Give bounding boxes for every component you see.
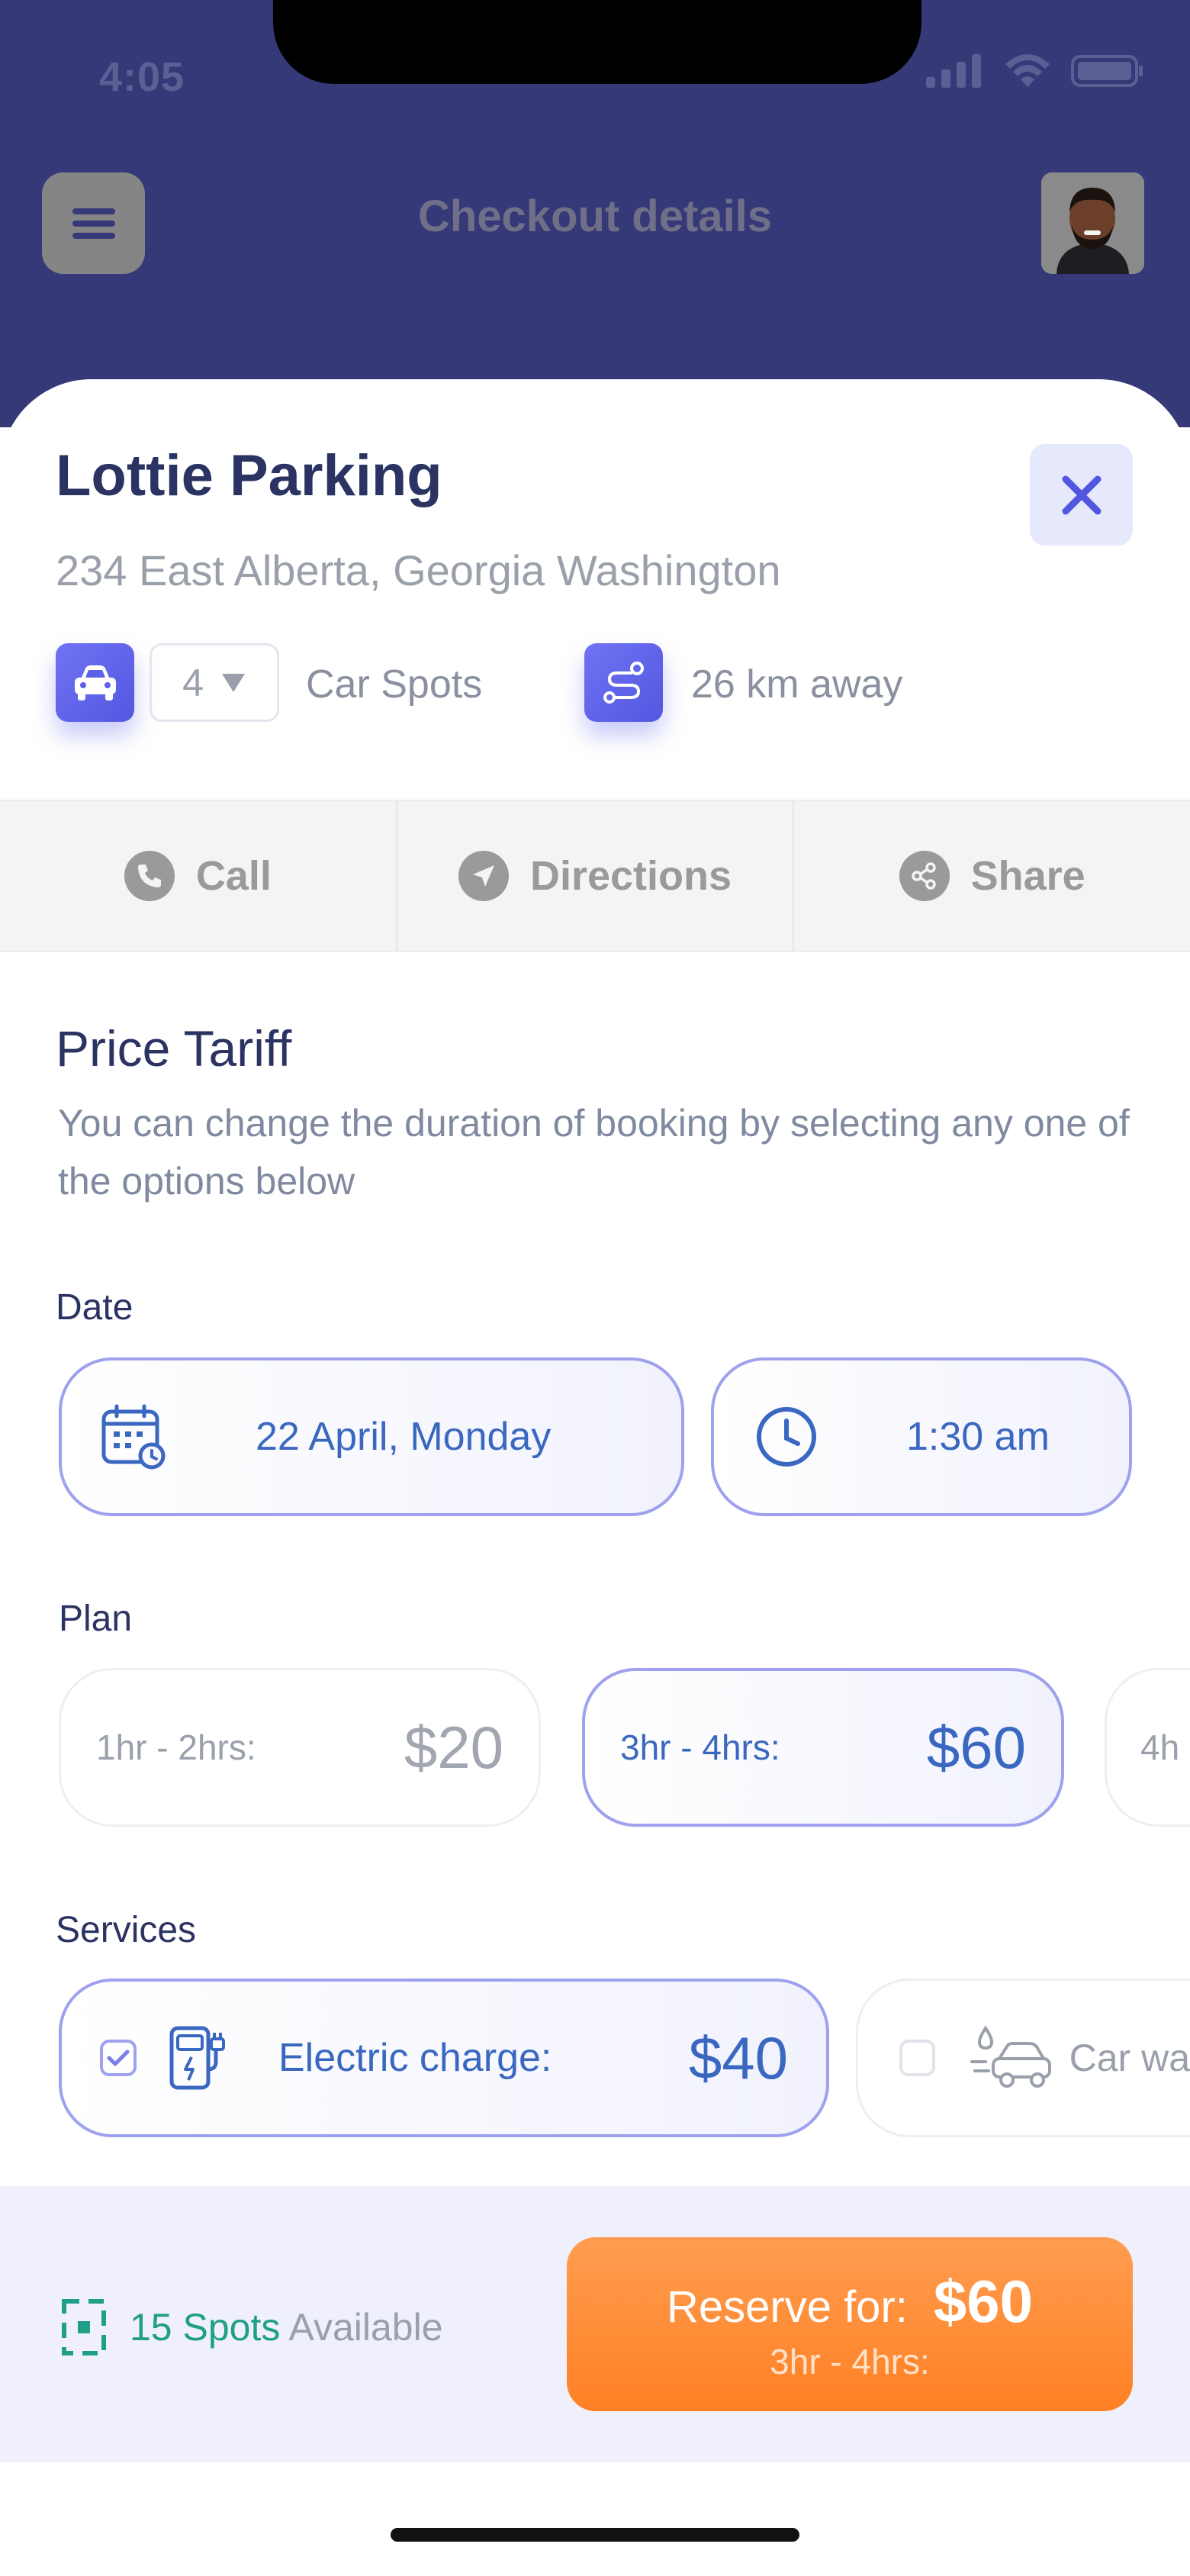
service-name: Car wa	[1069, 2037, 1190, 2079]
share-button[interactable]: Share	[794, 801, 1190, 951]
spots-count-value: 4	[182, 661, 204, 704]
plan-option-1[interactable]: 1hr - 2hrs: $20	[59, 1668, 541, 1827]
user-avatar-icon	[1041, 172, 1144, 274]
services-label: Services	[56, 1910, 197, 1950]
share-icon	[899, 851, 950, 901]
car-wash-icon	[970, 2025, 1051, 2088]
phone-icon	[124, 851, 175, 901]
reserve-button[interactable]: Reserve for: $60 3hr - 4hrs:	[567, 2237, 1133, 2411]
car-icon	[74, 665, 116, 700]
spots-label: Car Spots	[306, 662, 483, 707]
plan-duration: 4h	[1140, 1728, 1180, 1767]
wifi-icon	[1005, 54, 1050, 87]
checkbox-checked[interactable]	[100, 2040, 137, 2076]
spots-count-select[interactable]: 4	[150, 643, 279, 722]
spots-suffix: Available	[288, 2306, 443, 2349]
directions-button[interactable]: Directions	[397, 801, 795, 951]
service-car-wash[interactable]: Car wa	[856, 1979, 1190, 2137]
spots-available: 15 Spots Available	[61, 2298, 443, 2356]
service-name: Electric charge:	[278, 2036, 552, 2080]
parking-spot-icon	[62, 2299, 106, 2355]
app-header: 4:05 Checkout details	[0, 0, 1190, 427]
call-label: Call	[195, 853, 272, 899]
plan-price: $20	[404, 1713, 503, 1781]
reserve-label: Reserve for:	[666, 2281, 908, 2332]
date-label: Date	[56, 1287, 133, 1328]
plan-duration: 3hr - 4hrs:	[620, 1728, 780, 1767]
route-icon	[603, 661, 644, 704]
status-time: 4:05	[99, 54, 185, 100]
plan-duration: 1hr - 2hrs:	[96, 1728, 256, 1767]
share-label: Share	[970, 853, 1085, 899]
device-notch	[273, 0, 921, 84]
reserve-plan: 3hr - 4hrs:	[770, 2341, 930, 2381]
close-icon	[1062, 475, 1101, 514]
date-value: 22 April, Monday	[256, 1415, 552, 1459]
avatar[interactable]	[1041, 172, 1144, 274]
date-picker[interactable]: 22 April, Monday	[59, 1357, 684, 1516]
close-button[interactable]	[1030, 444, 1133, 546]
page-title: Checkout details	[417, 192, 773, 241]
plan-price: $60	[926, 1713, 1026, 1781]
spots-count: 15 Spots	[130, 2306, 281, 2349]
checkbox-unchecked[interactable]	[899, 2040, 935, 2076]
clock-icon	[757, 1407, 816, 1467]
plan-label: Plan	[59, 1599, 133, 1639]
plan-option-3[interactable]: 4h	[1105, 1668, 1190, 1827]
dropdown-arrow-icon	[221, 673, 245, 692]
reserve-price: $60	[933, 2267, 1034, 2335]
ev-charger-icon	[169, 2026, 225, 2090]
battery-icon	[1071, 55, 1143, 87]
calendar-icon	[101, 1404, 166, 1470]
distance-label: 26 km away	[691, 662, 903, 707]
directions-label: Directions	[529, 853, 732, 899]
price-tariff-title: Price Tariff	[56, 1020, 292, 1077]
plan-option-2[interactable]: 3hr - 4hrs: $60	[582, 1668, 1064, 1827]
parking-meta: 4 Car Spots 26 km away	[56, 643, 1124, 723]
car-icon-badge	[56, 643, 134, 722]
service-electric-charge[interactable]: Electric charge: $40	[59, 1979, 829, 2137]
route-icon-badge	[584, 643, 663, 722]
navigation-icon	[458, 851, 509, 901]
service-price: $40	[688, 2024, 788, 2091]
status-icons	[926, 53, 1144, 89]
action-bar: Call Directions Share	[0, 800, 1190, 952]
call-button[interactable]: Call	[0, 801, 397, 951]
parking-address: 234 East Alberta, Georgia Washington	[56, 546, 781, 594]
parking-name: Lottie Parking	[56, 443, 442, 508]
signal-icon	[926, 54, 981, 88]
price-tariff-description: You can change the duration of booking b…	[58, 1102, 1130, 1203]
time-value: 1:30 am	[906, 1415, 1050, 1459]
check-icon	[107, 2050, 130, 2066]
time-picker[interactable]: 1:30 am	[711, 1357, 1132, 1516]
home-indicator	[391, 2528, 799, 2542]
